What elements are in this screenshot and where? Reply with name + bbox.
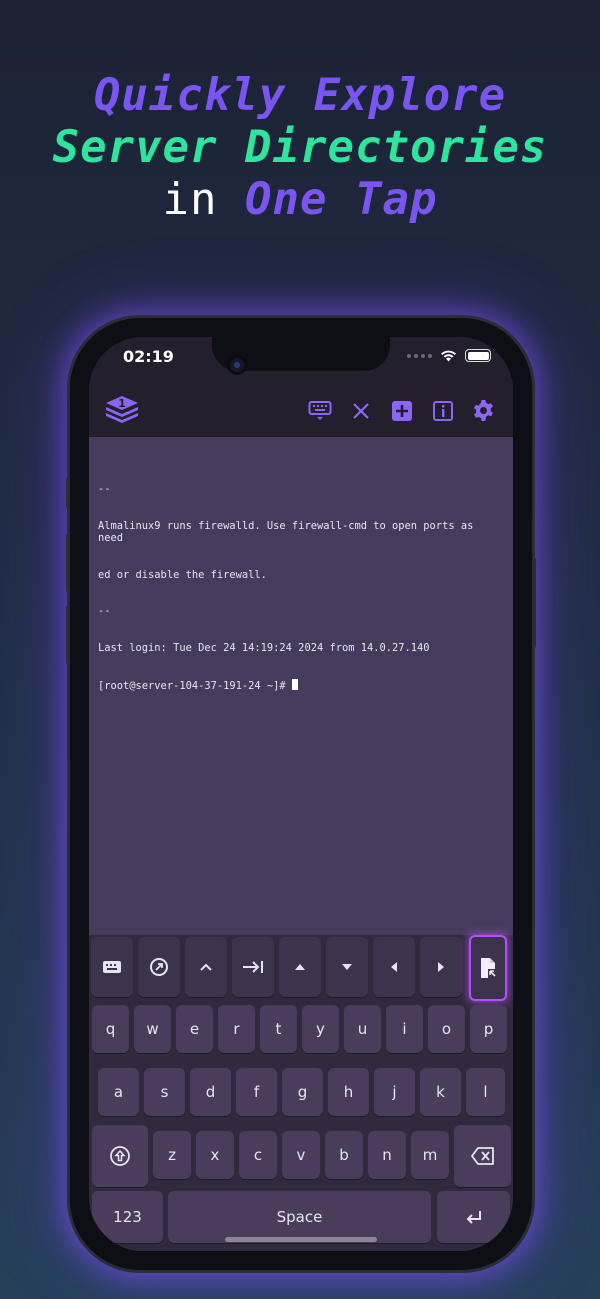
terminal-line: -- — [98, 483, 111, 496]
signal-icon — [407, 353, 432, 358]
headline-line-3-accent: One Tap — [245, 174, 438, 225]
app-logo-badge: 1 — [118, 397, 126, 410]
wifi-icon — [441, 350, 456, 362]
key-i[interactable]: i — [386, 1005, 423, 1053]
info-icon — [432, 400, 453, 421]
keyboard-icon — [103, 961, 121, 973]
numbers-key[interactable]: 123 — [92, 1191, 163, 1243]
toolbar: 1 — [89, 393, 513, 437]
volume-up-button — [66, 534, 70, 592]
key-b[interactable]: b — [325, 1131, 363, 1179]
toolbar-actions — [306, 397, 497, 424]
keyboard: q w e r t y u i o p a s d f g h j k l z … — [89, 935, 513, 1251]
headline-line-1: Quickly Explore — [93, 70, 507, 121]
caret-up-icon — [200, 963, 212, 971]
key-w[interactable]: w — [134, 1005, 171, 1053]
terminal-line: Last login: Tue Dec 24 14:19:24 2024 fro… — [98, 642, 430, 655]
accessory-file-browser-key[interactable] — [469, 935, 507, 1001]
gear-icon — [474, 399, 493, 422]
key-f[interactable]: f — [236, 1068, 277, 1116]
accessory-arrow-left-key[interactable] — [373, 937, 415, 997]
arrow-left-icon — [391, 962, 397, 972]
key-r[interactable]: r — [218, 1005, 255, 1053]
key-j[interactable]: j — [374, 1068, 415, 1116]
key-q[interactable]: q — [92, 1005, 129, 1053]
key-y[interactable]: y — [302, 1005, 339, 1053]
key-a[interactable]: a — [98, 1068, 139, 1116]
phone-frame: 02:19 1 -- Almalinux9 runs firewalld. Us… — [66, 318, 536, 1270]
key-z[interactable]: z — [153, 1131, 191, 1179]
keyboard-toggle-button[interactable] — [306, 397, 333, 424]
file-browser-icon — [481, 958, 497, 978]
close-icon — [352, 402, 369, 419]
accessory-arrow-down-key[interactable] — [326, 937, 368, 997]
power-button — [532, 558, 536, 648]
volume-down-button — [66, 606, 70, 664]
key-h[interactable]: h — [328, 1068, 369, 1116]
return-icon — [466, 1211, 481, 1224]
terminal-output[interactable]: -- Almalinux9 runs firewalld. Use firewa… — [89, 437, 513, 935]
accessory-compass-key[interactable] — [138, 937, 180, 997]
terminal-cursor — [291, 678, 298, 690]
headline-line-2: Server Directories — [52, 122, 548, 173]
headline: Quickly Explore Server Directories in On… — [0, 70, 600, 226]
close-session-button[interactable] — [347, 397, 374, 424]
backspace-icon — [470, 1147, 494, 1165]
home-indicator[interactable] — [225, 1237, 377, 1242]
terminal-line: -- — [98, 605, 111, 618]
arrow-right-icon — [438, 962, 444, 972]
key-k[interactable]: k — [420, 1068, 461, 1116]
key-v[interactable]: v — [282, 1131, 320, 1179]
key-g[interactable]: g — [282, 1068, 323, 1116]
compass-icon — [150, 958, 168, 976]
backspace-key[interactable] — [454, 1125, 511, 1187]
terminal-line: Almalinux9 runs firewalld. Use firewall-… — [98, 520, 480, 545]
phone-screen: 02:19 1 -- Almalinux9 runs firewalld. Us… — [89, 337, 513, 1251]
key-d[interactable]: d — [190, 1068, 231, 1116]
space-key[interactable]: Space — [168, 1191, 431, 1243]
accessory-arrow-right-key[interactable] — [420, 937, 462, 997]
mute-switch — [66, 478, 70, 508]
key-p[interactable]: p — [470, 1005, 507, 1053]
key-c[interactable]: c — [239, 1131, 277, 1179]
terminal-prompt: [root@server-104-37-191-24 ~]# — [98, 679, 292, 692]
key-e[interactable]: e — [176, 1005, 213, 1053]
add-icon — [391, 400, 412, 421]
battery-icon — [465, 349, 491, 362]
status-icons — [407, 349, 491, 362]
app-header: 02:19 1 — [89, 337, 513, 437]
accessory-caret-key[interactable] — [185, 937, 227, 997]
key-u[interactable]: u — [344, 1005, 381, 1053]
terminal-line: ed or disable the firewall. — [98, 568, 267, 581]
new-session-button[interactable] — [388, 397, 415, 424]
accessory-tab-key[interactable] — [232, 937, 274, 997]
accessory-keyboard-key[interactable] — [91, 937, 133, 997]
front-camera — [227, 355, 247, 375]
key-s[interactable]: s — [144, 1068, 185, 1116]
app-logo-icon[interactable]: 1 — [103, 393, 141, 429]
tab-icon — [243, 961, 263, 973]
key-x[interactable]: x — [196, 1131, 234, 1179]
arrow-down-icon — [342, 964, 352, 970]
info-button[interactable] — [429, 397, 456, 424]
key-o[interactable]: o — [428, 1005, 465, 1053]
key-l[interactable]: l — [466, 1068, 505, 1116]
accessory-arrow-up-key[interactable] — [279, 937, 321, 997]
shift-key[interactable] — [92, 1125, 148, 1187]
key-n[interactable]: n — [368, 1131, 406, 1179]
keyboard-icon — [308, 400, 331, 420]
key-m[interactable]: m — [411, 1131, 449, 1179]
status-time: 02:19 — [123, 347, 174, 366]
headline-line-3-prefix: in — [162, 174, 218, 225]
arrow-up-icon — [295, 964, 305, 970]
return-key[interactable] — [437, 1191, 510, 1243]
key-t[interactable]: t — [260, 1005, 297, 1053]
settings-button[interactable] — [470, 397, 497, 424]
shift-icon — [110, 1146, 130, 1166]
